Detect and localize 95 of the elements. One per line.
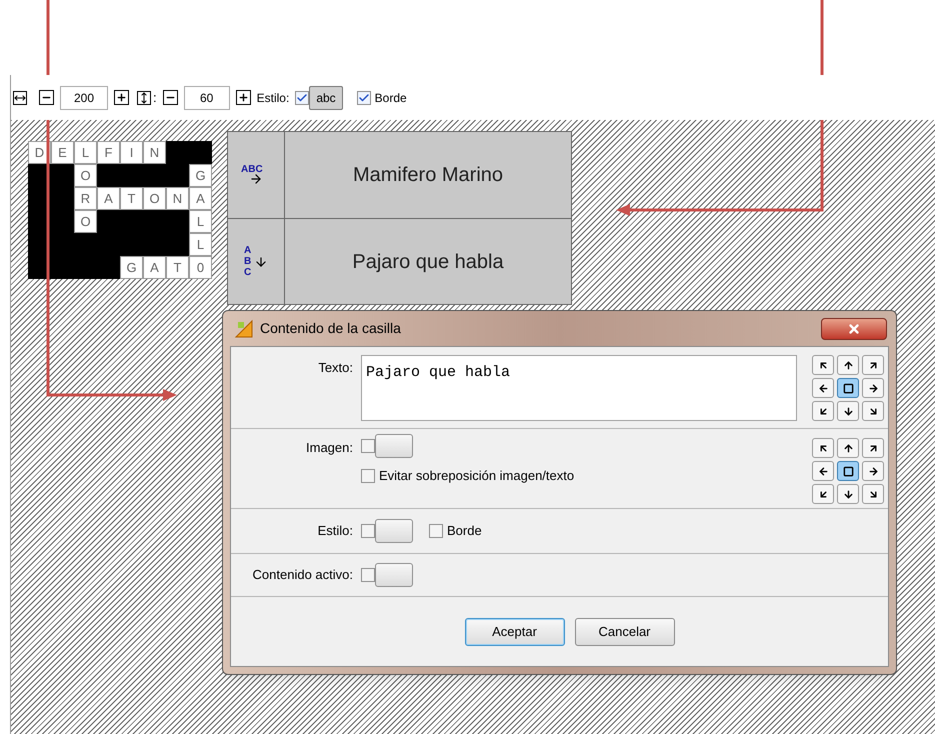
arrow-left-icon bbox=[818, 382, 828, 394]
align-button[interactable] bbox=[837, 461, 859, 481]
align-button[interactable] bbox=[862, 378, 884, 398]
text-label: Texto: bbox=[317, 359, 354, 377]
crossword-cell: I bbox=[120, 141, 143, 164]
crossword-cell: O bbox=[74, 210, 97, 233]
checkbox[interactable] bbox=[361, 468, 375, 483]
crossword-cell: O bbox=[143, 187, 166, 210]
height-icon bbox=[137, 90, 151, 104]
arrow-down-left-icon bbox=[818, 488, 828, 500]
dialog-button[interactable]: Cancelar bbox=[574, 618, 674, 646]
minus-button[interactable] bbox=[39, 90, 54, 105]
crossword-cell: L bbox=[189, 210, 212, 233]
crossword-cell: N bbox=[166, 187, 189, 210]
checkbox[interactable] bbox=[361, 568, 375, 582]
clue-text: Mamifero Marino bbox=[352, 163, 504, 188]
arrow-down-right-icon bbox=[868, 488, 878, 500]
align-button[interactable] bbox=[862, 355, 884, 375]
crossword-cell: A bbox=[189, 187, 212, 210]
arrow-down-icon bbox=[842, 406, 854, 416]
align-button[interactable] bbox=[862, 461, 884, 481]
width-icon bbox=[13, 90, 27, 104]
align-button[interactable] bbox=[862, 484, 884, 504]
crossword-cell: F bbox=[97, 141, 120, 164]
checkbox[interactable] bbox=[295, 90, 310, 104]
arrow-down-left-icon bbox=[818, 406, 828, 416]
checkbox[interactable] bbox=[361, 524, 375, 538]
height-field[interactable]: 60 bbox=[184, 86, 230, 110]
align-button[interactable] bbox=[837, 438, 859, 458]
dialog-button[interactable]: Aceptar bbox=[464, 618, 564, 646]
arrow-up-icon bbox=[842, 360, 854, 370]
arrow-up-left-icon bbox=[818, 442, 828, 454]
picker-button[interactable] bbox=[375, 519, 413, 543]
align-button[interactable] bbox=[862, 438, 884, 458]
crossword-cell: T bbox=[166, 256, 189, 279]
plus-icon bbox=[116, 92, 127, 103]
crossword-cell: R bbox=[74, 187, 97, 210]
text-field[interactable]: Pajaro que habla bbox=[361, 355, 797, 421]
border-label: Borde bbox=[447, 522, 482, 540]
dialog-title: Contenido de la casilla bbox=[260, 319, 401, 338]
crossword-cell: E bbox=[51, 141, 74, 164]
arrow-right-icon bbox=[868, 466, 878, 476]
align-button[interactable] bbox=[812, 461, 834, 481]
plus-button[interactable] bbox=[114, 90, 129, 105]
align-button[interactable] bbox=[812, 401, 834, 421]
style-toggle-button[interactable]: abc bbox=[309, 86, 343, 110]
arrow-up-left-icon bbox=[818, 360, 828, 370]
style-label: Estilo: bbox=[316, 522, 354, 540]
checkbox[interactable] bbox=[429, 524, 443, 538]
active-content-label: Contenido activo: bbox=[252, 566, 354, 584]
arrow-up-icon bbox=[842, 442, 854, 454]
clue-text: Pajaro que habla bbox=[351, 250, 505, 274]
style-label: Estilo: bbox=[256, 90, 290, 106]
crossword-cell: 0 bbox=[189, 256, 212, 279]
align-button[interactable] bbox=[812, 378, 834, 398]
align-button[interactable] bbox=[837, 378, 859, 398]
align-button[interactable] bbox=[862, 401, 884, 421]
crossword-cell: N bbox=[143, 141, 166, 164]
crossword-cell: O bbox=[74, 164, 97, 187]
plus-icon bbox=[238, 92, 249, 103]
image-label: Imagen: bbox=[305, 439, 354, 457]
width-field[interactable]: 200 bbox=[60, 86, 108, 110]
height-separator: : bbox=[153, 88, 157, 107]
crossword-cell: L bbox=[74, 141, 97, 164]
arrow-right-icon bbox=[868, 382, 878, 394]
pencil-ruler-icon bbox=[234, 318, 254, 338]
crossword-cell: T bbox=[120, 187, 143, 210]
crossword-cell: G bbox=[189, 164, 212, 187]
crossword-cell: G bbox=[120, 256, 143, 279]
square-icon bbox=[842, 466, 854, 476]
crossword-cell: A bbox=[143, 256, 166, 279]
border-label: Borde bbox=[374, 90, 407, 106]
picker-button[interactable] bbox=[375, 434, 413, 458]
minus-button[interactable] bbox=[162, 90, 178, 105]
plus-button[interactable] bbox=[236, 90, 251, 105]
arrow-up-right-icon bbox=[868, 360, 878, 370]
checkbox[interactable] bbox=[356, 90, 371, 104]
crossword-cell: L bbox=[189, 233, 212, 256]
square-icon bbox=[842, 382, 854, 394]
close-icon bbox=[847, 322, 861, 336]
align-button[interactable] bbox=[837, 484, 859, 504]
close-button[interactable] bbox=[821, 318, 887, 340]
align-button[interactable] bbox=[837, 355, 859, 375]
arrow-down-right-icon bbox=[868, 406, 878, 416]
arrow-left-icon bbox=[818, 466, 828, 476]
avoid-overlap-label: Evitar sobreposición imagen/texto bbox=[379, 467, 574, 485]
align-button[interactable] bbox=[812, 355, 834, 375]
align-button[interactable] bbox=[812, 484, 834, 504]
arrow-up-right-icon bbox=[868, 442, 878, 454]
align-button[interactable] bbox=[837, 401, 859, 421]
checkbox[interactable] bbox=[361, 439, 375, 453]
crossword-cell: A bbox=[97, 187, 120, 210]
align-button[interactable] bbox=[812, 438, 834, 458]
picker-button[interactable] bbox=[375, 563, 413, 587]
arrow-down-icon bbox=[842, 488, 854, 500]
